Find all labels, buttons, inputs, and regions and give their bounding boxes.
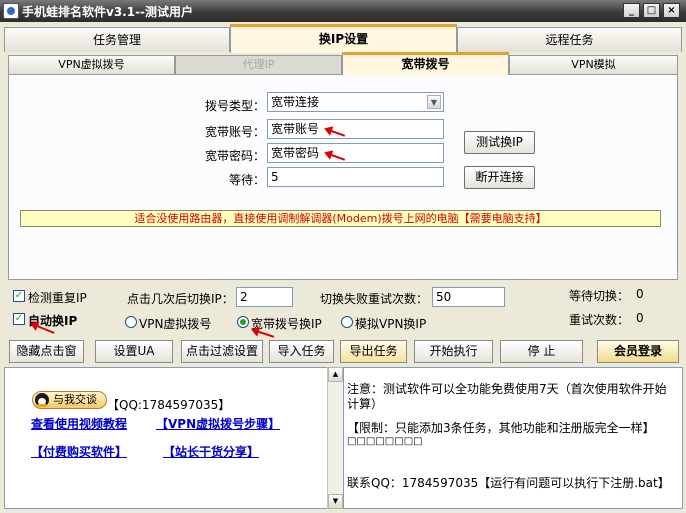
member-login-button[interactable]: 会员登录 [597, 340, 679, 363]
tab-task-management[interactable]: 任务管理 [4, 27, 230, 52]
webmaster-share-link[interactable]: 【站长干货分享】 [163, 443, 259, 460]
retry-count-value: 0 [636, 311, 644, 325]
radio-broadband-dial-label: 宽带拨号换IP [251, 317, 322, 331]
log-scrollbar[interactable]: ▲ ▼ [327, 367, 343, 509]
subtab-vpn-sim[interactable]: VPN模拟 [509, 55, 678, 74]
clicks-label: 点击几次后切换IP： [127, 292, 234, 306]
retry-count-label: 重试次数： [569, 313, 630, 327]
check-repeat-ip-checkbox[interactable]: ✓ [13, 290, 25, 302]
wait-switch-value: 0 [636, 287, 644, 301]
wait-input[interactable]: 5 [267, 167, 444, 187]
subtab-proxy-ip[interactable]: 代理IP [175, 55, 342, 74]
radio-vpn-dial[interactable] [125, 316, 137, 328]
radio-vpn-sim[interactable] [341, 316, 353, 328]
minimize-icon[interactable]: _ [623, 3, 640, 18]
vpn-steps-link[interactable]: 【VPN虚拟拨号步骤】 [156, 415, 280, 432]
log-line-2: 【限制：只能添加3条任务，其他功能和注册版完全一样】 [347, 421, 655, 435]
password-label: 宽带密码： [205, 149, 266, 163]
wait-switch-label: 等待切换： [569, 289, 630, 303]
close-icon[interactable]: × [663, 3, 680, 18]
qq-penguin-icon [35, 393, 49, 407]
buy-software-link[interactable]: 【付费购买软件】 [31, 443, 127, 460]
retry-label: 切换失败重试次数： [320, 292, 429, 306]
password-input[interactable]: 宽带密码 [267, 143, 444, 163]
subtab-vpn-dial[interactable]: VPN虚拟拨号 [8, 55, 175, 74]
log-panel: 注意：测试软件可以全功能免费使用7天（首次使用软件开始计算） 【限制：只能添加3… [343, 367, 683, 509]
log-line-1: 注意：测试软件可以全功能免费使用7天（首次使用软件开始计算） [347, 382, 667, 411]
auto-switch-ip-checkbox[interactable]: ✓ [13, 313, 25, 325]
qq-chat-label: 与我交谈 [53, 393, 97, 406]
notice-banner: 适合没使用路由器，直接使用调制解调器(Modem)拨号上网的电脑【需要电脑支持】 [20, 210, 661, 227]
wait-label: 等待： [229, 173, 266, 187]
scroll-up-icon[interactable]: ▲ [328, 367, 343, 382]
dial-type-label: 拨号类型： [205, 99, 266, 113]
clicks-input[interactable]: 2 [236, 287, 293, 307]
log-line-3: □□□□□□□□ [347, 436, 423, 447]
export-task-button[interactable]: 导出任务 [340, 340, 407, 363]
log-line-4: 联系QQ：1784597035【运行有问题可以执行下注册.bat】 [347, 476, 670, 490]
chevron-down-icon[interactable]: ▼ [427, 95, 441, 109]
account-label: 宽带账号： [205, 125, 266, 139]
start-button[interactable]: 开始执行 [414, 340, 493, 363]
account-input[interactable]: 宽带账号 [267, 119, 444, 139]
dial-type-value: 宽带连接 [271, 95, 320, 109]
qq-chat-button[interactable]: 与我交谈 [32, 391, 107, 409]
radio-broadband-dial[interactable] [237, 316, 249, 328]
maximize-icon[interactable]: □ [643, 3, 660, 18]
scroll-down-icon[interactable]: ▼ [328, 494, 343, 509]
retry-input[interactable]: 50 [432, 287, 505, 307]
window-title: 手机蛙排名软件v3.1--测试用户 [22, 5, 194, 19]
stop-button[interactable]: 停 止 [500, 340, 583, 363]
qq-number-text: 【QQ:1784597035】 [107, 398, 231, 412]
disconnect-button[interactable]: 断开连接 [464, 166, 535, 189]
set-ua-button[interactable]: 设置UA [95, 340, 173, 363]
dial-type-select[interactable]: 宽带连接 ▼ [267, 92, 444, 112]
click-filter-button[interactable]: 点击过滤设置 [181, 340, 263, 363]
app-icon [3, 3, 19, 19]
info-panel [4, 367, 343, 509]
test-ip-button[interactable]: 测试换IP [464, 131, 535, 154]
tab-ip-settings[interactable]: 换IP设置 [230, 24, 457, 53]
subtab-broadband-dial[interactable]: 宽带拨号 [342, 52, 509, 75]
hide-window-button[interactable]: 隐藏点击窗 [9, 340, 84, 363]
radio-vpn-sim-label: 模拟VPN换IP [355, 317, 427, 331]
video-tutorial-link[interactable]: 查看使用视频教程 [31, 415, 127, 432]
title-bar: 手机蛙排名软件v3.1--测试用户 _ □ × [0, 0, 686, 22]
import-task-button[interactable]: 导入任务 [269, 340, 334, 363]
check-repeat-ip-label: 检测重复IP [28, 291, 87, 305]
tab-remote-tasks[interactable]: 远程任务 [457, 27, 682, 52]
radio-vpn-dial-label: VPN虚拟拨号 [139, 317, 212, 331]
